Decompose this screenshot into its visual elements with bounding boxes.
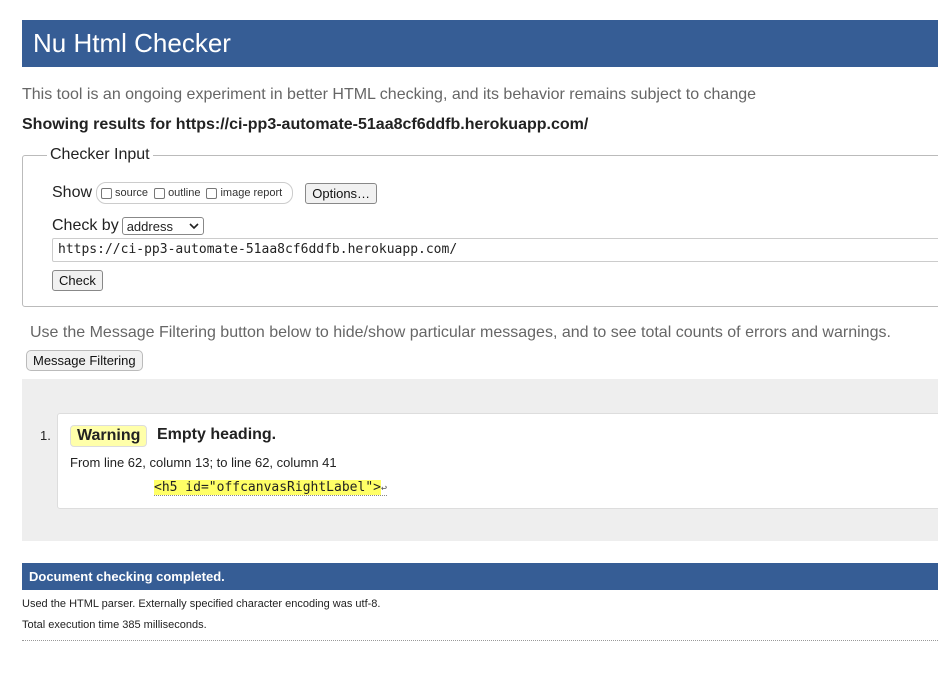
show-outline-option[interactable]: outline xyxy=(154,187,200,199)
options-button[interactable]: Options… xyxy=(305,182,378,204)
source-checkbox[interactable] xyxy=(101,187,113,199)
message-item: Warning Empty heading. From line 62, col… xyxy=(57,413,938,509)
message-title: Empty heading. xyxy=(157,426,277,443)
url-input[interactable]: https://ci-pp3-automate-51aa8cf6ddfb.her… xyxy=(52,238,938,262)
show-label: Show xyxy=(52,184,93,201)
filtering-instructions: Use the Message Filtering button below t… xyxy=(30,324,891,341)
image-report-label: image report xyxy=(220,187,283,199)
footer-divider xyxy=(22,640,938,641)
parser-note: Used the HTML parser. Externally specifi… xyxy=(22,598,381,610)
check-by-label: Check by xyxy=(52,217,119,234)
page-header: Nu Html Checker xyxy=(22,20,938,67)
show-image-report-option[interactable]: image report xyxy=(206,187,282,199)
status-bar: Document checking completed. xyxy=(22,563,938,590)
check-by-select[interactable]: address xyxy=(121,217,204,235)
page-title: Nu Html Checker xyxy=(33,28,231,58)
intro-text: This tool is an ongoing experiment in be… xyxy=(22,86,757,103)
message-filtering-button[interactable]: Message Filtering xyxy=(26,350,143,371)
outline-checkbox[interactable] xyxy=(154,187,166,199)
show-row: Show source outline image report Options… xyxy=(52,182,378,204)
warning-badge: Warning xyxy=(70,425,148,447)
source-label: source xyxy=(115,187,149,199)
highlighted-code: <h5 id="offcanvasRightLabel"> xyxy=(154,480,381,495)
execution-time: Total execution time 385 milliseconds. xyxy=(22,619,207,631)
image-report-checkbox[interactable] xyxy=(206,187,218,199)
outline-label: outline xyxy=(168,187,201,199)
check-by-value: address xyxy=(126,218,173,234)
check-by-row: Check by address xyxy=(52,217,204,235)
message-extract[interactable]: <h5 id="offcanvasRightLabel">↩ xyxy=(154,480,388,496)
return-icon: ↩ xyxy=(380,483,388,494)
results-heading: Showing results for https://ci-pp3-autom… xyxy=(22,116,589,133)
checker-input-legend: Checker Input xyxy=(47,146,153,164)
message-number: 1. xyxy=(40,428,51,443)
show-options-group: source outline image report xyxy=(96,182,294,204)
results-panel: 1. Warning Empty heading. From line 62, … xyxy=(22,379,938,541)
message-location: From line 62, column 13; to line 62, col… xyxy=(70,455,337,470)
show-source-option[interactable]: source xyxy=(101,187,148,199)
checker-input-fieldset: Checker Input Show source outline image … xyxy=(22,146,938,307)
chevron-down-icon xyxy=(189,222,199,229)
check-button[interactable]: Check xyxy=(52,270,103,291)
